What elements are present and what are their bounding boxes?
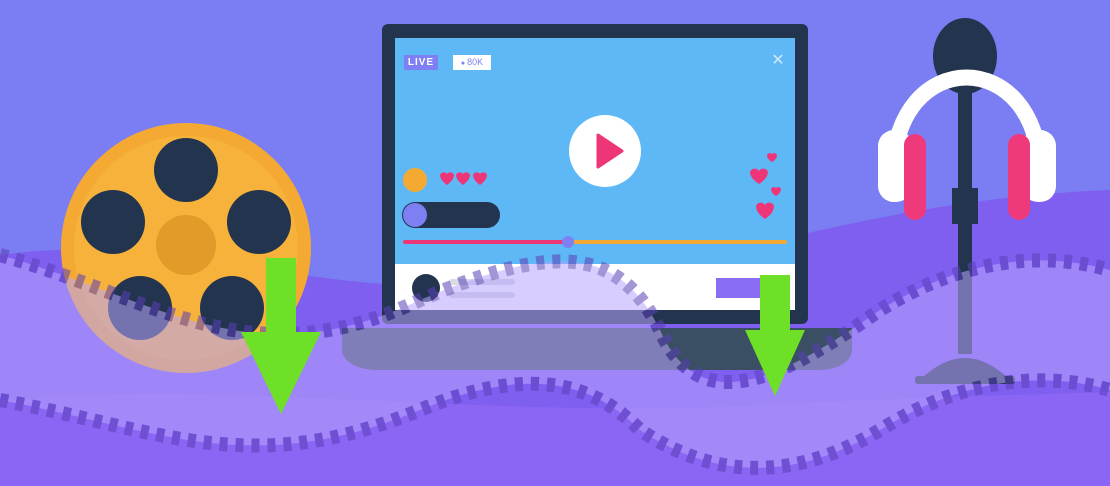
scene-svg [0,0,1110,486]
progress-knob[interactable] [562,236,575,248]
eye-icon: ● [460,60,466,67]
viewer-count-badge: ● 80K [453,55,491,70]
viewer-avatar [403,168,427,192]
progress-fill [403,240,569,244]
live-badge: LIVE [404,55,438,70]
toggle-knob[interactable] [403,203,427,227]
close-icon[interactable]: ✕ [770,52,786,70]
heart-icon [440,172,487,185]
play-icon[interactable] [569,115,641,187]
viewer-count-label: 80K [467,57,484,67]
illustration-canvas: LIVE ● 80K ✕ [0,0,1110,486]
